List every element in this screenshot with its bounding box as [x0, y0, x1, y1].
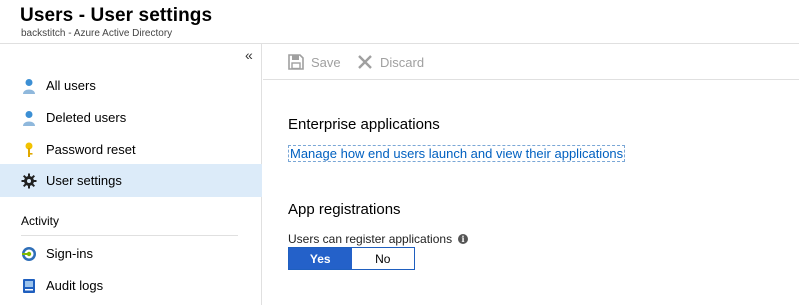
page-subtitle: backstitch - Azure Active Directory	[21, 28, 173, 39]
audit-logs-icon	[23, 279, 35, 293]
user-icon	[23, 111, 35, 126]
user-icon	[23, 79, 35, 94]
page-title: Users - User settings	[20, 5, 213, 26]
sidebar-item-deleted-users[interactable]: Deleted users	[0, 102, 262, 134]
register-applications-text: Users can register applications	[288, 232, 453, 246]
sidebar: « All users Deleted users Password reset	[0, 44, 262, 305]
key-icon	[25, 142, 33, 157]
divider	[21, 235, 238, 236]
sidebar-item-label: Deleted users	[46, 110, 127, 125]
collapse-sidebar-icon[interactable]: «	[245, 47, 253, 63]
sidebar-item-sign-ins[interactable]: Sign-ins	[0, 238, 262, 270]
main-content: Enterprise applications Manage how end u…	[263, 81, 799, 305]
app-registrations-heading: App registrations	[288, 201, 401, 218]
save-button-label: Save	[311, 54, 341, 70]
discard-button[interactable]: Discard	[357, 44, 424, 80]
gear-icon	[21, 173, 37, 189]
register-applications-label: Users can register applications i	[288, 232, 469, 246]
enterprise-applications-heading: Enterprise applications	[288, 116, 440, 133]
command-bar: Save Discard	[263, 44, 799, 80]
section-heading-activity: Activity	[21, 214, 60, 228]
save-button[interactable]: Save	[288, 44, 341, 80]
page-header: Users - User settings backstitch - Azure…	[0, 0, 799, 44]
sidebar-item-password-reset[interactable]: Password reset	[0, 134, 262, 166]
discard-icon	[358, 55, 372, 69]
sidebar-item-label: Sign-ins	[46, 246, 93, 261]
register-applications-toggle: Yes No	[288, 247, 415, 270]
sidebar-item-label: Password reset	[46, 142, 136, 157]
sidebar-item-audit-logs[interactable]: Audit logs	[0, 270, 262, 302]
sidebar-item-user-settings[interactable]: User settings	[0, 164, 262, 197]
save-icon	[288, 54, 304, 70]
sign-ins-icon	[22, 247, 36, 261]
enterprise-applications-link[interactable]: Manage how end users launch and view the…	[288, 145, 626, 162]
toggle-no-option[interactable]: No	[351, 248, 414, 269]
sidebar-item-label: Audit logs	[46, 278, 104, 293]
info-icon[interactable]: i	[458, 234, 469, 244]
toggle-yes-option[interactable]: Yes	[289, 248, 352, 269]
sidebar-item-label: User settings	[46, 173, 122, 188]
sidebar-item-label: All users	[46, 78, 96, 93]
sidebar-item-all-users[interactable]: All users	[0, 70, 262, 102]
discard-button-label: Discard	[380, 54, 425, 70]
